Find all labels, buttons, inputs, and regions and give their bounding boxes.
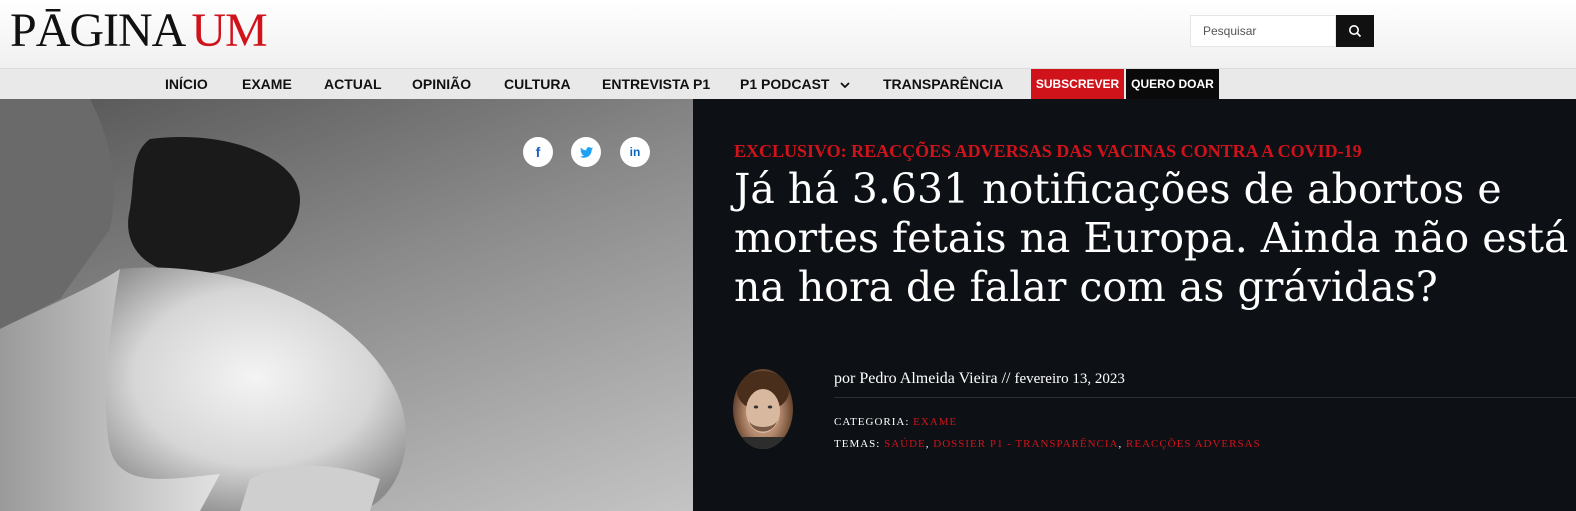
logo-part-2: UM xyxy=(191,4,267,57)
twitter-icon xyxy=(579,146,593,158)
linkedin-icon: in xyxy=(629,145,641,159)
site-logo[interactable]: PĀGINA UM xyxy=(10,4,268,57)
search-input[interactable]: Pesquisar xyxy=(1190,15,1336,47)
nav-item-entrevista-p1[interactable]: ENTREVISTA P1 xyxy=(602,69,710,100)
byline-divider xyxy=(834,397,1576,398)
byline-prefix: por xyxy=(834,370,856,387)
nav-item-p1-podcast[interactable]: P1 PODCAST xyxy=(740,69,850,100)
category-link[interactable]: EXAME xyxy=(913,416,957,428)
search-icon xyxy=(1349,25,1362,38)
tags-label: TEMAS: xyxy=(834,438,881,450)
share-linkedin-button[interactable]: in xyxy=(620,137,650,167)
article-byline: por Pedro Almeida Vieira // fevereiro 13… xyxy=(834,370,1125,388)
author-name[interactable]: Pedro Almeida Vieira xyxy=(859,370,997,387)
logo-part-1: PĀGINA xyxy=(10,4,186,57)
donate-button[interactable]: QUERO DOAR xyxy=(1126,69,1219,100)
article-tags: TEMAS: SAÚDE, DOSSIER P1 - TRANSPARÊNCIA… xyxy=(834,438,1261,450)
tag-link-saude[interactable]: SAÚDE xyxy=(884,438,926,450)
chevron-down-icon xyxy=(840,82,850,89)
nav-item-exame[interactable]: EXAME xyxy=(242,69,292,100)
nav-item-transparencia[interactable]: TRANSPARÊNCIA xyxy=(883,69,1003,100)
article-title: Já há 3.631 notificações de abortos e mo… xyxy=(734,165,1569,311)
article-category: CATEGORIA: EXAME xyxy=(834,416,957,428)
article-kicker[interactable]: EXCLUSIVO: REACÇÕES ADVERSAS DAS VACINAS… xyxy=(734,141,1362,162)
category-label: CATEGORIA: xyxy=(834,416,910,428)
byline-separator: // xyxy=(1001,370,1011,387)
subscribe-button[interactable]: SUBSCREVER xyxy=(1031,69,1124,100)
nav-item-actual[interactable]: ACTUAL xyxy=(324,69,382,100)
facebook-icon: f xyxy=(535,144,541,160)
main-nav: INÍCIO EXAME ACTUAL OPINIÃO CULTURA ENTR… xyxy=(0,68,1576,100)
nav-item-p1-podcast-label: P1 PODCAST xyxy=(740,76,830,92)
nav-item-opiniao[interactable]: OPINIÃO xyxy=(412,69,471,100)
share-twitter-button[interactable] xyxy=(571,137,601,167)
share-facebook-button[interactable]: f xyxy=(523,137,553,167)
tag-link-dossier[interactable]: DOSSIER P1 - TRANSPARÊNCIA xyxy=(933,438,1118,450)
author-avatar[interactable] xyxy=(733,369,793,449)
nav-item-inicio[interactable]: INÍCIO xyxy=(165,69,208,100)
nav-item-cultura[interactable]: CULTURA xyxy=(504,69,571,100)
search-placeholder: Pesquisar xyxy=(1203,24,1257,38)
search-button[interactable] xyxy=(1336,15,1374,47)
author-photo xyxy=(733,371,793,449)
site-header: PĀGINA UM Pesquisar xyxy=(0,0,1576,68)
article-date: fevereiro 13, 2023 xyxy=(1014,371,1125,387)
tag-link-reaccoes[interactable]: REACÇÕES ADVERSAS xyxy=(1126,438,1261,450)
